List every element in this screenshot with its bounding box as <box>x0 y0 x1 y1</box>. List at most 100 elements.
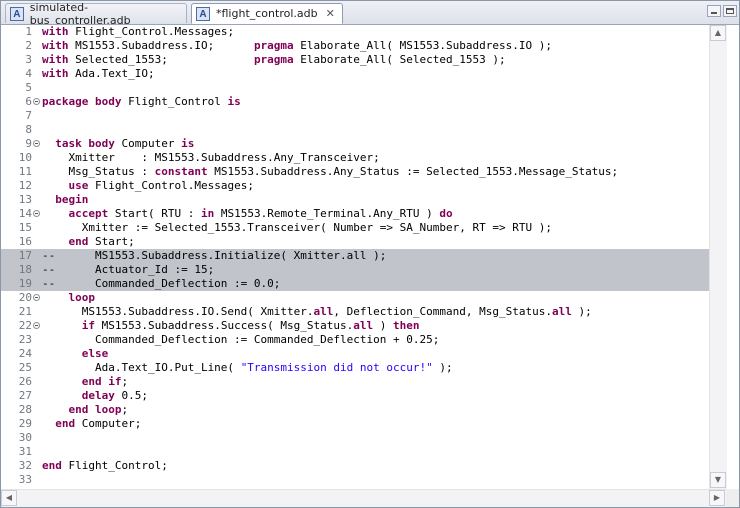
keyword-token: end <box>68 235 89 248</box>
code-line[interactable]: 3 with Selected_1553; pragma Elaborate_Al… <box>1 53 709 67</box>
line-number: 22 <box>18 319 32 332</box>
code-line[interactable]: 15 Xmitter := Selected_1553.Transceiver(… <box>1 221 709 235</box>
line-number: 28 <box>18 403 32 416</box>
text-token: MS1553.Remote_Terminal.Any_RTU ) <box>214 207 440 220</box>
maximize-button[interactable] <box>723 5 737 17</box>
scroll-down-icon[interactable]: ▼ <box>710 472 726 488</box>
line-number: 30 <box>18 431 32 444</box>
code-line[interactable]: 31 <box>1 445 709 459</box>
code-editor[interactable]: 1 with Flight_Control.Messages; 2 with MS15… <box>1 25 709 489</box>
scroll-up-icon[interactable]: ▲ <box>710 25 726 41</box>
fold-toggle-icon[interactable] <box>33 210 40 217</box>
code-text: end if; <box>42 375 128 389</box>
keyword-token: with <box>42 53 69 66</box>
code-line[interactable]: 29 end Computer; <box>1 417 709 431</box>
code-line[interactable]: 32 end Flight_Control; <box>1 459 709 473</box>
keyword-token: constant <box>154 165 208 178</box>
text-token: Selected_1553; <box>68 53 254 66</box>
text-token: MS1553.Subaddress.Success( Msg_Status. <box>95 319 354 332</box>
code-line[interactable]: 30 <box>1 431 709 445</box>
line-number: 6 <box>25 95 32 108</box>
text-token: Elaborate_All( Selected_1553 ); <box>293 53 506 66</box>
tab-flight-control[interactable]: A *flight_control.adb ✕ <box>191 3 343 24</box>
line-number: 21 <box>18 305 32 318</box>
code-line[interactable]: 24 else <box>1 347 709 361</box>
line-number: 27 <box>18 389 32 402</box>
fold-toggle-icon[interactable] <box>33 140 40 147</box>
code-line[interactable]: 23 Commanded_Deflection := Commanded_Def… <box>1 333 709 347</box>
text-token: ; <box>121 375 129 388</box>
code-line[interactable]: 4 with Ada.Text_IO; <box>1 67 709 81</box>
code-line[interactable]: 19 -- Commanded_Deflection := 0.0; <box>1 277 709 291</box>
line-number: 26 <box>18 375 32 388</box>
code-line[interactable]: 2 with MS1553.Subaddress.IO; pragma Elabo… <box>1 39 709 53</box>
keyword-token: end <box>55 417 76 430</box>
fold-toggle-icon[interactable] <box>33 322 40 329</box>
code-line[interactable]: 17 -- MS1553.Subaddress.Initialize( Xmitt… <box>1 249 709 263</box>
text-token: -- Commanded_Deflection := 0.0; <box>42 277 281 290</box>
fold-toggle-icon[interactable] <box>33 294 40 301</box>
keyword-token: with <box>42 25 69 38</box>
code-line[interactable]: 28 end loop; <box>1 403 709 417</box>
code-line[interactable]: 26 end if; <box>1 375 709 389</box>
code-line[interactable]: 33 <box>1 473 709 487</box>
code-line[interactable]: 8 <box>1 123 709 137</box>
code-line[interactable]: 5 <box>1 81 709 95</box>
code-line[interactable]: 11 Msg_Status : constant MS1553.Subaddre… <box>1 165 709 179</box>
code-line[interactable]: 1 with Flight_Control.Messages; <box>1 25 709 39</box>
fold-toggle-icon[interactable] <box>33 98 40 105</box>
text-token: MS1553.Subaddress.IO.Send( Xmitter. <box>42 305 314 318</box>
code-line[interactable]: 16 end Start; <box>1 235 709 249</box>
code-line[interactable]: 6 package body Flight_Control is <box>1 95 709 109</box>
code-line[interactable]: 7 <box>1 109 709 123</box>
code-line[interactable]: 21 MS1553.Subaddress.IO.Send( Xmitter.al… <box>1 305 709 319</box>
code-line[interactable]: 13 begin <box>1 193 709 207</box>
close-tab-icon[interactable]: ✕ <box>326 7 335 20</box>
code-line[interactable]: 20 loop <box>1 291 709 305</box>
code-line[interactable]: 10 Xmitter : MS1553.Subaddress.Any_Trans… <box>1 151 709 165</box>
line-number: 15 <box>18 221 32 234</box>
keyword-token: if <box>81 319 95 332</box>
text-token: Xmitter := Selected_1553.Transceiver( Nu… <box>42 221 552 234</box>
line-number: 2 <box>25 39 32 52</box>
code-line[interactable]: 27 delay 0.5; <box>1 389 709 403</box>
code-line[interactable]: 22 if MS1553.Subaddress.Success( Msg_Sta… <box>1 319 709 333</box>
text-token: 0.5; <box>114 389 148 402</box>
keyword-token: else <box>81 347 109 360</box>
text-token: Flight_Control.Messages; <box>68 25 235 38</box>
code-text: accept Start( RTU : in MS1553.Remote_Ter… <box>42 207 453 221</box>
text-token: Msg_Status : <box>42 165 155 178</box>
tab-label: *flight_control.adb <box>216 7 318 20</box>
vertical-scrollbar[interactable]: ▲ ▼ <box>709 25 727 489</box>
line-number: 14 <box>18 207 32 220</box>
tab-bar: A simulated-bus_controller.adb A *flight… <box>1 1 739 27</box>
minimize-button[interactable] <box>707 5 721 17</box>
code-line[interactable]: 25 Ada.Text_IO.Put_Line( "Transmission d… <box>1 361 709 375</box>
ada-file-icon: A <box>10 6 24 21</box>
line-number: 32 <box>18 459 32 472</box>
keyword-token: end <box>42 459 62 472</box>
code-line[interactable]: 18 -- Actuator_Id := 15; <box>1 263 709 277</box>
text-token: Computer; <box>75 417 142 430</box>
line-number: 19 <box>18 277 32 290</box>
code-text: loop <box>42 291 96 305</box>
keyword-token: with <box>42 39 69 52</box>
horizontal-scrollbar[interactable]: ◀ ▶ <box>1 489 726 507</box>
keyword-token: delay <box>81 389 115 402</box>
code-text: Xmitter : MS1553.Subaddress.Any_Transcei… <box>42 151 379 165</box>
scroll-left-icon[interactable]: ◀ <box>1 490 17 506</box>
line-number: 16 <box>18 235 32 248</box>
line-number: 4 <box>25 67 32 80</box>
code-line[interactable]: 9 task body Computer is <box>1 137 709 151</box>
code-text: with Selected_1553; pragma Elaborate_All… <box>42 53 506 67</box>
keyword-token: all <box>353 319 374 332</box>
tab-simulated-bus-controller[interactable]: A simulated-bus_controller.adb <box>5 1 187 27</box>
text-token: ); <box>571 305 592 318</box>
code-line[interactable]: 12 use Flight_Control.Messages; <box>1 179 709 193</box>
scroll-right-icon[interactable]: ▶ <box>709 490 725 506</box>
keyword-token: loop <box>68 291 96 304</box>
code-line[interactable]: 14 accept Start( RTU : in MS1553.Remote_… <box>1 207 709 221</box>
